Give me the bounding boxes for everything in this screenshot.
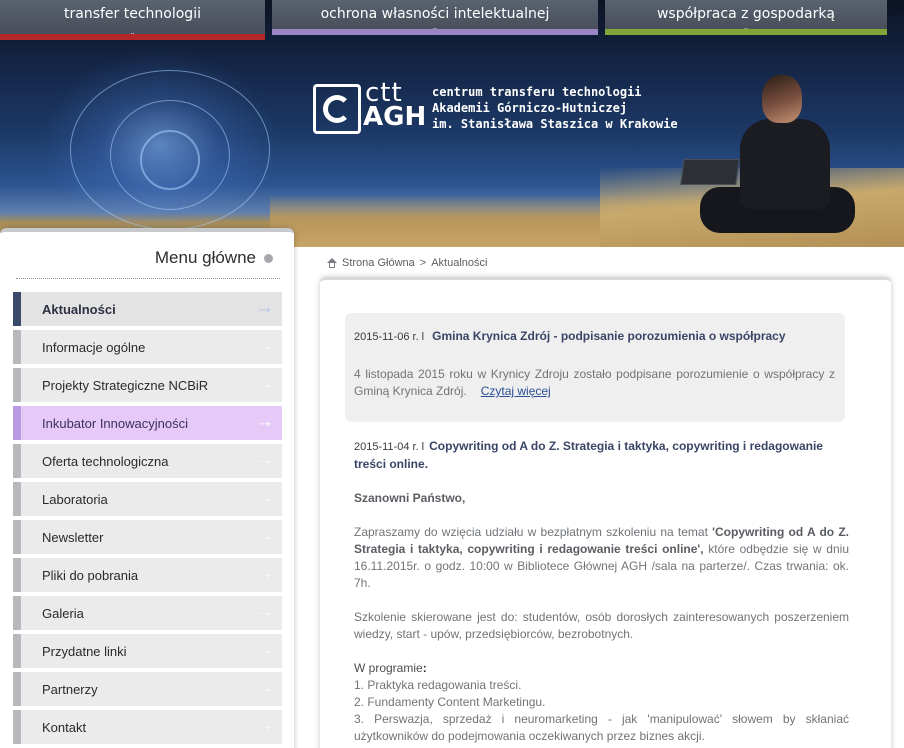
- menu-title-text: Menu główne: [154, 248, 256, 267]
- ctt-agh-logo[interactable]: ctt AGH: [313, 78, 426, 134]
- topnav-ochrona-wlasnosci[interactable]: ochrona własności intelektualnej ⌄: [272, 0, 598, 35]
- breadcrumb-home-link[interactable]: Strona Główna: [342, 257, 415, 269]
- arrow-right-icon: →: [255, 639, 274, 660]
- news-title-link[interactable]: Gmina Krynica Zdrój - podpisanie porozum…: [432, 329, 785, 343]
- logo-tagline-line: im. Stanisława Staszica w Krakowie: [432, 117, 678, 131]
- sidebar-item-inkubator-innowacyjnosci[interactable]: Inkubator Innowacyjności →: [13, 406, 282, 440]
- topnav-accent-bar: [605, 29, 887, 35]
- news-excerpt-text: 4 listopada 2015 roku w Krynicy Zdroju z…: [354, 367, 835, 398]
- sidebar-item-aktualnosci[interactable]: Aktualności →: [13, 292, 282, 326]
- home-icon[interactable]: [327, 258, 337, 268]
- sidebar-item-projekty-strategiczne[interactable]: Projekty Strategiczne NCBiR →: [13, 368, 282, 402]
- news-date: 2015-11-06 r. l: [354, 331, 425, 343]
- sidebar-item-label: Aktualności: [42, 301, 116, 317]
- logo-tagline: centrum transferu technologii Akademii G…: [432, 84, 678, 132]
- program-heading: W programie:: [354, 660, 849, 677]
- news-title-link[interactable]: Copywriting od A do Z. Strategia i takty…: [354, 439, 823, 471]
- sidebar-item-informacje-ogolne[interactable]: Informacje ogólne →: [13, 330, 282, 364]
- sidebar-item-label: Informacje ogólne: [42, 339, 146, 355]
- header-ring-decoration: [140, 130, 200, 190]
- sidebar-item-newsletter[interactable]: Newsletter →: [13, 520, 282, 554]
- breadcrumb-separator: >: [419, 257, 427, 269]
- arrow-right-icon: →: [255, 563, 274, 584]
- news-date: 2015-11-04 r. l: [354, 441, 425, 453]
- topnav-accent-bar: [272, 29, 598, 35]
- program-list-item: 1. Praktyka redagowania treści.: [354, 678, 522, 692]
- news-header: 2015-11-06 r. l Gmina Krynica Zdrój - pod…: [354, 329, 786, 343]
- sidebar-item-pliki-do-pobrania[interactable]: Pliki do pobrania →: [13, 558, 282, 592]
- sidebar-item-label: Kontakt: [42, 719, 87, 735]
- arrow-right-icon: →: [255, 335, 274, 356]
- topnav-wspolpraca-z-gospodarka[interactable]: współpraca z gospodarką ⌄: [605, 0, 887, 35]
- sidebar-item-label: Projekty Strategiczne NCBiR: [42, 377, 209, 393]
- sidebar-item-label: Przydatne linki: [42, 643, 127, 659]
- arrow-right-icon: →: [255, 449, 274, 470]
- breadcrumb: Strona Główna > Aktualności: [327, 257, 487, 269]
- logo-emblem-icon: [313, 84, 361, 134]
- laptop-icon: [680, 159, 740, 185]
- sidebar-item-label: Newsletter: [42, 529, 104, 545]
- program-heading-text: W programie: [354, 661, 423, 675]
- program-heading-colon: :: [422, 661, 427, 675]
- arrow-right-icon: →: [255, 373, 274, 394]
- topnav-transfer-technologii[interactable]: transfer technologii ⌄: [0, 0, 265, 40]
- sidebar: Menu główne Aktualności → Informacje ogól…: [0, 228, 294, 748]
- arrow-right-icon: →: [255, 411, 274, 432]
- sidebar-item-label: Inkubator Innowacyjności: [42, 415, 188, 431]
- arrow-right-icon: →: [255, 487, 274, 508]
- logo-tagline-line: Akademii Górniczo-Hutniczej: [432, 101, 628, 115]
- logo-agh-text: AGH: [363, 102, 427, 132]
- page: transfer technologii ⌄ ochrona własności…: [0, 0, 904, 748]
- news-paragraph: Zapraszamy do wzięcia udziału w bezpłatn…: [354, 524, 849, 592]
- news-paragraph-text: Zapraszamy do wzięcia udziału w bezpłatn…: [354, 525, 713, 539]
- program-list-item: 2. Fundamenty Content Marketingu.: [354, 695, 546, 709]
- sidebar-item-label: Pliki do pobrania: [42, 567, 139, 583]
- sidebar-item-label: Laboratoria: [42, 491, 108, 507]
- bullet-dot-icon: [264, 253, 273, 263]
- sidebar-item-galeria[interactable]: Galeria →: [13, 596, 282, 630]
- arrow-right-icon: →: [255, 601, 274, 622]
- topnav-label: współpraca z gospodarką: [656, 6, 836, 22]
- sidebar-item-kontakt[interactable]: Kontakt →: [13, 710, 282, 744]
- news-header: 2015-11-04 r. l Copywriting od A do Z. St…: [354, 438, 849, 474]
- sidebar-item-przydatne-linki[interactable]: Przydatne linki →: [13, 634, 282, 668]
- read-more-link[interactable]: Czytaj więcej: [481, 384, 551, 398]
- news-item-featured: 2015-11-06 r. l Gmina Krynica Zdrój - pod…: [345, 313, 845, 422]
- sidebar-item-oferta-technologiczna[interactable]: Oferta technologiczna →: [13, 444, 282, 478]
- sidebar-item-label: Partnerzy: [42, 681, 98, 697]
- arrow-right-icon: →: [255, 677, 274, 698]
- breadcrumb-current: Aktualności: [431, 257, 488, 269]
- menu-title: Menu główne: [155, 248, 273, 268]
- arrow-right-icon: →: [255, 715, 274, 736]
- man-with-laptop-image: [680, 75, 870, 240]
- program-list-item: 3. Perswazja, sprzedaż i neuromarketing …: [354, 712, 849, 743]
- topnav-accent-bar: [0, 34, 265, 40]
- header-banner: transfer technologii ⌄ ochrona własności…: [0, 0, 904, 247]
- sidebar-item-laboratoria[interactable]: Laboratoria →: [13, 482, 282, 516]
- arrow-right-icon: →: [255, 525, 274, 546]
- main-menu: Aktualności → Informacje ogólne → Projekty…: [13, 292, 282, 748]
- news-excerpt: 4 listopada 2015 roku w Krynicy Zdroju z…: [354, 366, 835, 400]
- sidebar-item-label: Galeria: [42, 605, 84, 621]
- arrow-right-icon: →: [255, 297, 274, 318]
- logo-tagline-line: centrum transferu technologii: [432, 85, 642, 99]
- menu-divider: [16, 278, 280, 279]
- sidebar-item-partnerzy[interactable]: Partnerzy →: [13, 672, 282, 706]
- topnav-label: transfer technologii: [64, 6, 201, 22]
- sidebar-item-label: Oferta technologiczna: [42, 453, 169, 469]
- topnav-label: ochrona własności intelektualnej: [320, 6, 550, 22]
- news-item: 2015-11-04 r. l Copywriting od A do Z. St…: [354, 438, 849, 745]
- news-paragraph: Szkolenie skierowane jest do: studentów,…: [354, 610, 849, 641]
- news-greeting: Szanowni Państwo,: [354, 491, 466, 505]
- content-panel: 2015-11-06 r. l Gmina Krynica Zdrój - pod…: [320, 277, 891, 748]
